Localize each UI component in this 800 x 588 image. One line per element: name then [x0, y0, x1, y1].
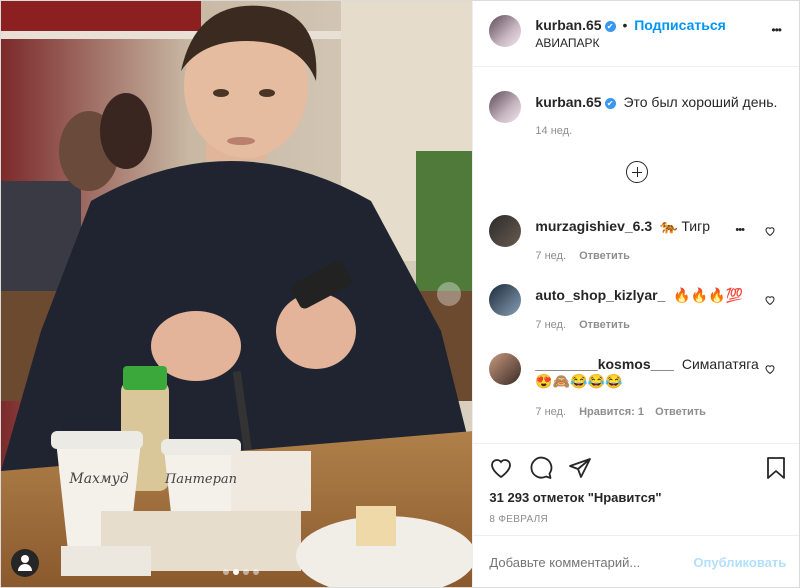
save-bookmark-icon[interactable] [765, 456, 787, 480]
comment-text: Симапатяга [681, 356, 759, 372]
comment-bubble-icon[interactable] [529, 456, 553, 480]
cup2-writing: Пантерап [164, 472, 237, 487]
reply-button[interactable]: Ответить [655, 406, 706, 418]
avatar[interactable] [489, 15, 522, 47]
verified-badge-icon: ✔ [604, 98, 616, 109]
carousel-dot [253, 569, 259, 575]
comment-age[interactable]: 7 нед. [535, 406, 566, 418]
more-options-icon[interactable]: ••• [771, 23, 782, 37]
username-link[interactable]: kurban.65 [535, 17, 601, 33]
comment-username[interactable]: murzagishiev_6.3 [535, 218, 652, 234]
caption-age[interactable]: 14 нед. [535, 125, 572, 137]
location-link[interactable]: АВИАПАРК [535, 36, 599, 50]
comment-age[interactable]: 7 нед. [535, 319, 566, 331]
comment-like-heart-icon[interactable] [764, 225, 776, 237]
caption-text: Это был хороший день. [623, 94, 778, 110]
post-sidebar: kurban.65 ✔ • Подписаться АВИАПАРК ••• ku… [472, 1, 799, 587]
comment-more-icon[interactable]: ••• [735, 224, 745, 236]
comment-text: 🐅 Тигр [660, 218, 711, 234]
add-comment-input[interactable] [489, 551, 690, 573]
photo-next-button[interactable] [437, 282, 461, 306]
carousel-dot [243, 569, 249, 575]
comment-username[interactable]: ________kosmos___ [535, 356, 674, 372]
comment-like-heart-icon[interactable] [764, 294, 776, 306]
share-paper-plane-icon[interactable] [568, 456, 592, 480]
post-header: kurban.65 ✔ • Подписаться АВИАПАРК ••• [473, 1, 799, 67]
comment-text: 🔥🔥🔥💯 [673, 287, 743, 303]
action-bar: 31 293 отметок "Нравится" 8 ФЕВРАЛЯ [473, 443, 799, 525]
separator-dot: • [622, 17, 628, 33]
post-photo[interactable]: Махмуд Пантерап [1, 1, 473, 587]
comment-avatar[interactable] [489, 215, 522, 247]
comment-avatar[interactable] [489, 284, 522, 316]
photo-scene: Махмуд Пантерап [1, 1, 473, 587]
caption-avatar[interactable] [489, 91, 522, 123]
carousel-dot [233, 569, 239, 575]
publish-button[interactable]: Опубликовать [693, 555, 786, 570]
comment-avatar[interactable] [489, 353, 522, 385]
likes-count[interactable]: 31 293 отметок "Нравится" [489, 490, 661, 505]
reply-button[interactable]: Ответить [579, 250, 630, 262]
instagram-post-modal: Махмуд Пантерап kurban.65 ✔ • Подписаться… [0, 0, 800, 588]
reply-button[interactable]: Ответить [579, 319, 630, 331]
comment-age[interactable]: 7 нед. [535, 250, 566, 262]
follow-button[interactable]: Подписаться [634, 17, 726, 33]
comment-like-heart-icon[interactable] [764, 363, 776, 375]
post-date[interactable]: 8 ФЕВРАЛЯ [489, 514, 548, 525]
add-comment-bar: Опубликовать [473, 535, 799, 587]
carousel-dot [223, 569, 229, 575]
cup1-writing: Махмуд [68, 471, 128, 487]
like-heart-icon[interactable] [489, 456, 513, 480]
carousel-indicator [223, 569, 259, 575]
comment-likes-count[interactable]: Нравится: 1 [579, 406, 644, 418]
tagged-users-icon[interactable] [11, 549, 39, 577]
load-more-comments-icon[interactable] [626, 161, 649, 183]
caption-username[interactable]: kurban.65 [535, 94, 601, 110]
comment-text-emoji: 😍🙈😂😂😂 [535, 373, 623, 389]
verified-badge-icon: ✔ [604, 21, 616, 32]
comment-username[interactable]: auto_shop_kizlyar_ [535, 287, 665, 303]
